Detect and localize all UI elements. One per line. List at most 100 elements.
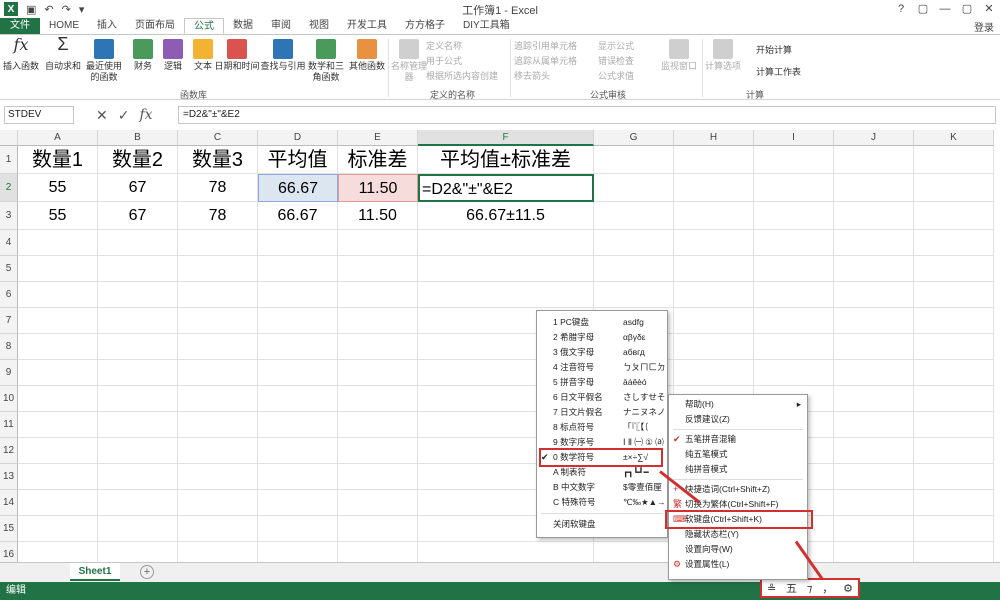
cell-j1[interactable] [834,146,914,174]
cell-b1[interactable]: 数量2 [98,146,178,174]
cell-i6[interactable] [754,282,834,308]
evaluate-formula-button[interactable]: 公式求值 [598,71,634,82]
tab-file[interactable]: 文件 [0,18,40,34]
cell-c6[interactable] [178,282,258,308]
cell-k12[interactable] [914,438,994,464]
soft-keyboard-item[interactable]: 5 拼音字母 āáěèó [537,375,667,390]
cell-g5[interactable] [594,256,674,282]
ime-moon-icon[interactable]: ⁊ [807,582,812,595]
cell-b5[interactable] [98,256,178,282]
cell-g4[interactable] [594,230,674,256]
cell-j2[interactable] [834,174,914,202]
math-trig-button[interactable]: 数学和三角函数 [306,39,346,83]
cell-i7[interactable] [754,308,834,334]
datetime-button[interactable]: 日期和时间 [214,39,260,72]
cell-k4[interactable] [914,230,994,256]
cell-d12[interactable] [258,438,338,464]
cell-c4[interactable] [178,230,258,256]
cell-k11[interactable] [914,412,994,438]
cell-k3[interactable] [914,202,994,230]
row-header-6[interactable]: 6 [0,282,18,308]
cell-b10[interactable] [98,386,178,412]
define-name-button[interactable]: 定义名称 [426,41,462,52]
cell-e4[interactable] [338,230,418,256]
redo-icon[interactable]: ↷ [62,3,71,16]
cell-d10[interactable] [258,386,338,412]
cell-k5[interactable] [914,256,994,282]
cell-a16[interactable] [18,542,98,562]
soft-keyboard-item[interactable]: B 中文数字 $零壹佰厘 [537,480,667,495]
show-formulas-button[interactable]: 显示公式 [598,41,634,52]
row-header-7[interactable]: 7 [0,308,18,334]
cell-i2[interactable] [754,174,834,202]
column-header-c[interactable]: C [178,130,258,146]
cell-g2[interactable] [594,174,674,202]
ribbon-display-button[interactable]: ▢ [912,0,934,18]
cell-j10[interactable] [834,386,914,412]
cell-c9[interactable] [178,360,258,386]
row-header-8[interactable]: 8 [0,334,18,360]
cell-c15[interactable] [178,516,258,542]
cell-j15[interactable] [834,516,914,542]
cell-b11[interactable] [98,412,178,438]
cell-c12[interactable] [178,438,258,464]
row-header-1[interactable]: 1 [0,146,18,174]
cell-g16[interactable] [594,542,674,562]
cell-i4[interactable] [754,230,834,256]
cell-f2[interactable]: =D2&"±"&E2 [418,174,594,202]
close-button[interactable]: ✕ [978,0,1000,18]
cell-c2[interactable]: 78 [178,174,258,202]
cell-k7[interactable] [914,308,994,334]
select-all-corner[interactable] [0,130,18,146]
insert-function-button[interactable]: fx 插入函数 [2,37,40,72]
cell-j4[interactable] [834,230,914,256]
ime-punct-icon[interactable]: ， [822,580,833,596]
cell-e11[interactable] [338,412,418,438]
undo-icon[interactable]: ↶ [44,3,53,16]
cell-c3[interactable]: 78 [178,202,258,230]
cell-a1[interactable]: 数量1 [18,146,98,174]
cell-k16[interactable] [914,542,994,562]
calculate-now-button[interactable]: 开始计算 [756,45,792,56]
cell-c1[interactable]: 数量3 [178,146,258,174]
cell-g3[interactable] [594,202,674,230]
cell-c10[interactable] [178,386,258,412]
cell-b8[interactable] [98,334,178,360]
soft-keyboard-item[interactable]: 1 PC键盘 asdfg [537,315,667,330]
remove-arrows-button[interactable]: 移去箭头 [514,71,550,82]
cell-j7[interactable] [834,308,914,334]
cell-a9[interactable] [18,360,98,386]
row-header-15[interactable]: 15 [0,516,18,542]
recent-functions-button[interactable]: 最近使用的函数 [82,39,126,83]
row-header-16[interactable]: 16 [0,542,18,562]
tab-review[interactable]: 审阅 [262,18,300,34]
cell-b14[interactable] [98,490,178,516]
column-header-k[interactable]: K [914,130,994,146]
tab-page-layout[interactable]: 页面布局 [126,18,184,34]
column-header-j[interactable]: J [834,130,914,146]
cell-j11[interactable] [834,412,914,438]
formula-input[interactable]: =D2&"±"&E2 [178,106,996,124]
tab-diy-toolbox[interactable]: DIY工具箱 [454,18,519,34]
cell-k10[interactable] [914,386,994,412]
cell-h6[interactable] [674,282,754,308]
cell-h3[interactable] [674,202,754,230]
soft-keyboard-item[interactable]: 2 希腊字母 αβγδε [537,330,667,345]
cell-c14[interactable] [178,490,258,516]
cell-e6[interactable] [338,282,418,308]
cell-d16[interactable] [258,542,338,562]
cell-k15[interactable] [914,516,994,542]
cell-b7[interactable] [98,308,178,334]
cell-b2[interactable]: 67 [98,174,178,202]
tab-developer[interactable]: 开发工具 [338,18,396,34]
cell-f1[interactable]: 平均值±标准差 [418,146,594,174]
cell-b13[interactable] [98,464,178,490]
soft-keyboard-item[interactable]: 6 日文平假名 さしすせそ [537,390,667,405]
cell-k6[interactable] [914,282,994,308]
cell-d11[interactable] [258,412,338,438]
row-header-12[interactable]: 12 [0,438,18,464]
cell-f5[interactable] [418,256,594,282]
tab-ffgz[interactable]: 方方格子 [396,18,454,34]
cell-i3[interactable] [754,202,834,230]
soft-keyboard-item[interactable]: A 制表符 ┏┓┗┛━ [537,465,667,480]
